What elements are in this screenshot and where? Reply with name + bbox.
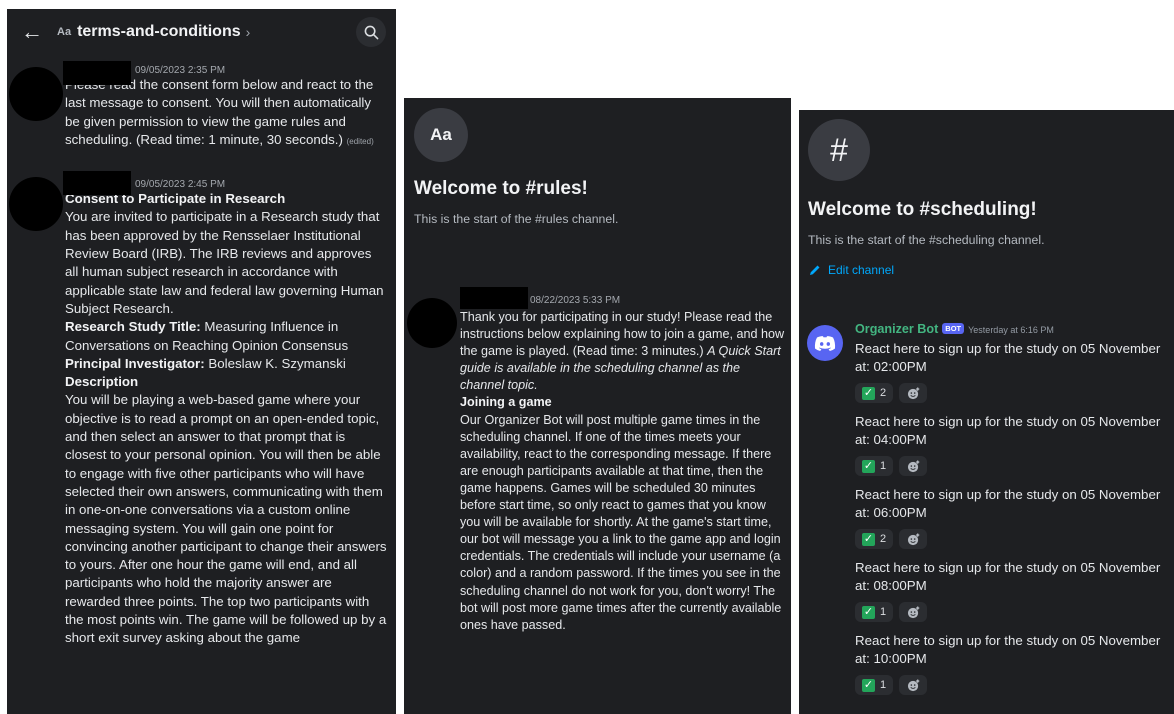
reactions: ✓ 1 — [855, 602, 1174, 622]
checkmark-icon: ✓ — [862, 678, 875, 692]
bot-message: Organizer Bot BOT Yesterday at 6:16 PM Rea… — [855, 320, 1174, 705]
add-reaction-icon — [907, 532, 919, 545]
message-text: Please read the consent form below and r… — [65, 77, 374, 147]
edit-channel-button[interactable]: Edit channel — [809, 263, 894, 277]
checkmark-icon: ✓ — [862, 605, 875, 619]
message-timestamp: 09/05/2023 2:35 PM — [135, 65, 226, 76]
redacted-username — [63, 171, 131, 196]
rules-message: 08/22/2023 5:33 PM Thank you for partici… — [404, 287, 791, 634]
welcome-heading: Welcome to #scheduling! — [808, 199, 1037, 220]
add-reaction-icon — [907, 386, 919, 399]
edit-channel-label: Edit channel — [828, 263, 895, 277]
slot-text: React here to sign up for the study on 0… — [855, 560, 1161, 593]
rules-channel-panel: Aa Welcome to #rules! This is the start … — [404, 98, 791, 714]
reactions: ✓ 1 — [855, 456, 1174, 476]
add-reaction-button[interactable] — [899, 675, 928, 695]
checkmark-reaction[interactable]: ✓ 2 — [855, 529, 894, 549]
reaction-count: 2 — [880, 387, 887, 399]
consent-instructions-message: 09/05/2023 2:35 PM Please read the conse… — [7, 61, 396, 151]
chevron-right-icon[interactable]: › — [246, 24, 251, 40]
add-reaction-button[interactable] — [899, 602, 928, 622]
back-arrow-icon[interactable]: ← — [21, 19, 49, 45]
signup-slot: React here to sign up for the study on 0… — [855, 632, 1174, 695]
edited-label: (edited) — [346, 136, 374, 146]
avatar — [407, 298, 457, 348]
signup-slot: React here to sign up for the study on 0… — [855, 486, 1174, 549]
checkmark-reaction[interactable]: ✓ 2 — [855, 383, 894, 403]
checkmark-icon: ✓ — [862, 532, 875, 546]
pencil-icon — [810, 265, 820, 275]
checkmark-icon: ✓ — [862, 459, 875, 473]
reaction-count: 2 — [880, 533, 887, 545]
welcome-heading: Welcome to #rules! — [414, 178, 588, 199]
scheduling-channel-panel: # Welcome to #scheduling! This is the st… — [799, 110, 1174, 714]
add-reaction-button[interactable] — [899, 456, 928, 476]
signup-slot: React here to sign up for the study on 0… — [855, 413, 1174, 476]
channel-start-text: This is the start of the #rules channel. — [414, 212, 619, 226]
slot-text: React here to sign up for the study on 0… — [855, 341, 1161, 374]
bot-header: Organizer Bot BOT Yesterday at 6:16 PM — [855, 320, 1174, 338]
text-channel-icon: Aa — [414, 108, 468, 162]
reaction-count: 1 — [880, 606, 887, 618]
slot-text: React here to sign up for the study on 0… — [855, 414, 1161, 447]
reaction-count: 1 — [880, 679, 887, 691]
signup-slot: React here to sign up for the study on 0… — [855, 559, 1174, 622]
reactions: ✓ 1 — [855, 675, 1174, 695]
channel-start-text: This is the start of the #scheduling cha… — [808, 233, 1045, 247]
signup-slot: React here to sign up for the study on 0… — [855, 340, 1174, 403]
hashtag-icon: # — [808, 119, 870, 181]
checkmark-reaction[interactable]: ✓ 1 — [855, 675, 894, 695]
bot-avatar[interactable] — [807, 325, 843, 361]
channel-header: ← Aa terms-and-conditions › — [7, 9, 396, 55]
bot-badge: BOT — [942, 323, 965, 334]
checkmark-reaction[interactable]: ✓ 1 — [855, 456, 894, 476]
message-timestamp: Yesterday at 6:16 PM — [968, 325, 1054, 335]
message-timestamp: 09/05/2023 2:45 PM — [135, 179, 226, 191]
message-text: Thank you for participating in our study… — [460, 310, 785, 632]
joining-heading: Joining a game — [460, 395, 552, 410]
checkmark-reaction[interactable]: ✓ 1 — [855, 602, 894, 622]
add-reaction-button[interactable] — [899, 529, 928, 549]
message-text: Consent to Participate in Research You a… — [65, 191, 387, 646]
terms-channel-panel: ← Aa terms-and-conditions › 09/05/2023 2… — [7, 9, 396, 714]
avatar — [9, 177, 63, 232]
avatar — [9, 67, 63, 121]
checkmark-icon: ✓ — [862, 386, 875, 400]
discord-logo-icon — [814, 335, 836, 351]
slot-text: React here to sign up for the study on 0… — [855, 633, 1161, 666]
add-reaction-button[interactable] — [899, 383, 928, 403]
search-icon — [364, 25, 378, 39]
reactions: ✓ 2 — [855, 529, 1174, 549]
redacted-username — [63, 61, 131, 85]
add-reaction-icon — [907, 459, 919, 472]
reactions: ✓ 2 — [855, 383, 1174, 403]
reaction-count: 1 — [880, 460, 887, 472]
search-button[interactable] — [356, 17, 386, 47]
bot-name[interactable]: Organizer Bot — [855, 322, 938, 336]
slot-text: React here to sign up for the study on 0… — [855, 487, 1161, 520]
channel-title[interactable]: terms-and-conditions — [77, 23, 241, 41]
text-channel-icon: Aa — [57, 26, 72, 38]
redacted-username — [460, 287, 528, 309]
add-reaction-icon — [907, 605, 919, 618]
consent-form-message: 09/05/2023 2:45 PM Consent to Participat… — [7, 171, 396, 647]
add-reaction-icon — [907, 678, 919, 691]
